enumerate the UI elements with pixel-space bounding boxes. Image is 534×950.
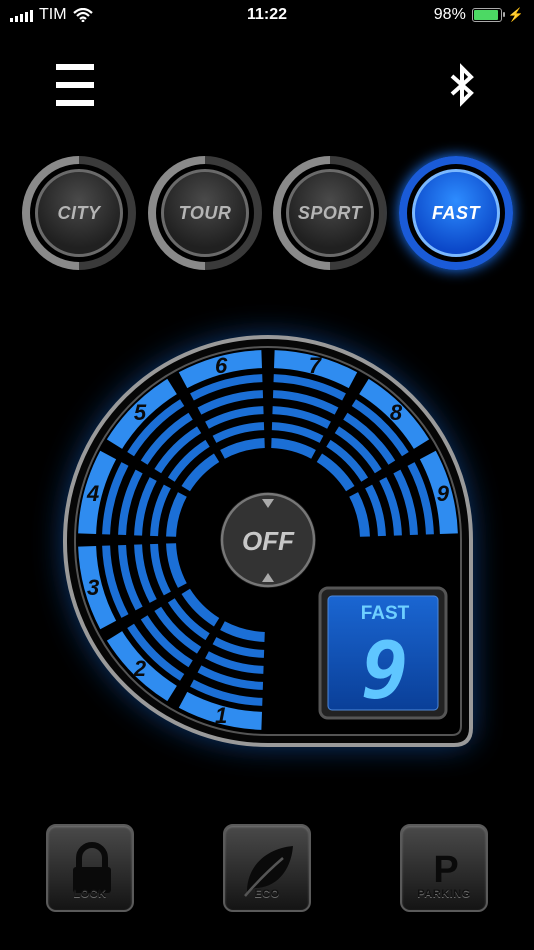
level-7-label: 7 xyxy=(309,353,323,378)
power-level-dial: 1 2 3 4 5 6 7 8 9 OFF FAST 9 xyxy=(62,335,473,747)
level-8-label: 8 xyxy=(390,400,403,425)
eco-button[interactable]: ECO xyxy=(223,824,311,912)
display-level-value: 9 xyxy=(362,627,409,717)
eco-label: ECO xyxy=(254,888,280,900)
parking-icon: P xyxy=(433,849,458,891)
level-4-label: 4 xyxy=(86,481,99,506)
level-9-label: 9 xyxy=(437,481,450,506)
parking-label: PARKING xyxy=(417,888,471,900)
parking-button[interactable]: P PARKING xyxy=(400,824,488,912)
level-2-label: 2 xyxy=(133,656,147,681)
off-button[interactable]: OFF xyxy=(214,486,322,594)
lock-button[interactable]: LOCK xyxy=(46,824,134,912)
svg-text:P: P xyxy=(433,849,458,891)
level-3-label: 3 xyxy=(87,575,99,600)
display-mode-label: FAST xyxy=(361,603,410,624)
level-6-label: 6 xyxy=(215,353,228,378)
lock-label: LOCK xyxy=(73,888,107,900)
level-display: FAST 9 xyxy=(318,586,448,720)
leaf-icon xyxy=(244,846,293,897)
lock-icon xyxy=(73,842,111,893)
level-5-label: 5 xyxy=(134,400,147,425)
off-label: OFF xyxy=(242,526,295,556)
level-1-label: 1 xyxy=(215,703,227,728)
